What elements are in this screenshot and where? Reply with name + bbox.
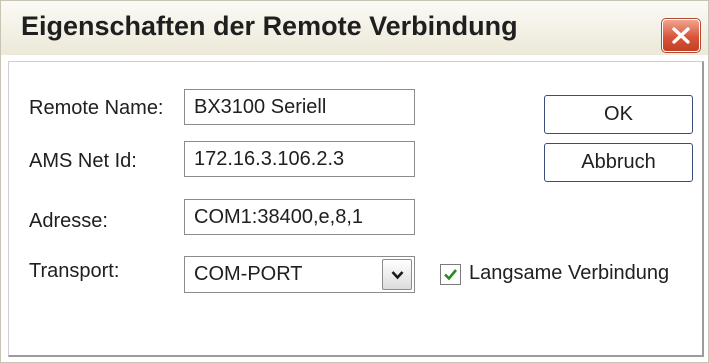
close-button[interactable] (661, 18, 701, 53)
abbruch-button[interactable]: Abbruch (544, 143, 693, 182)
langsame-verbindung-label[interactable]: Langsame Verbindung (469, 262, 669, 285)
transport-selected-value: COM-PORT (194, 263, 303, 285)
transport-select[interactable]: COM-PORT (184, 256, 415, 293)
ams-net-id-label: AMS Net Id: (29, 150, 137, 172)
adresse-label: Adresse: (29, 210, 108, 232)
remote-name-label: Remote Name: (29, 97, 164, 119)
adresse-field[interactable] (184, 199, 415, 235)
ok-button[interactable]: OK (544, 95, 693, 134)
dialog-body: Remote Name: AMS Net Id: Adresse: Transp… (8, 61, 704, 357)
transport-dropdown-button[interactable] (382, 259, 412, 290)
ams-net-id-field[interactable] (184, 141, 415, 177)
title-bar[interactable]: Eigenschaften der Remote Verbindung (1, 1, 708, 55)
dialog-window: Eigenschaften der Remote Verbindung Remo… (0, 0, 709, 363)
langsame-verbindung-checkbox[interactable] (440, 264, 461, 285)
transport-label: Transport: (29, 260, 120, 282)
dialog-title: Eigenschaften der Remote Verbindung (21, 11, 518, 41)
remote-name-field[interactable] (184, 89, 415, 125)
